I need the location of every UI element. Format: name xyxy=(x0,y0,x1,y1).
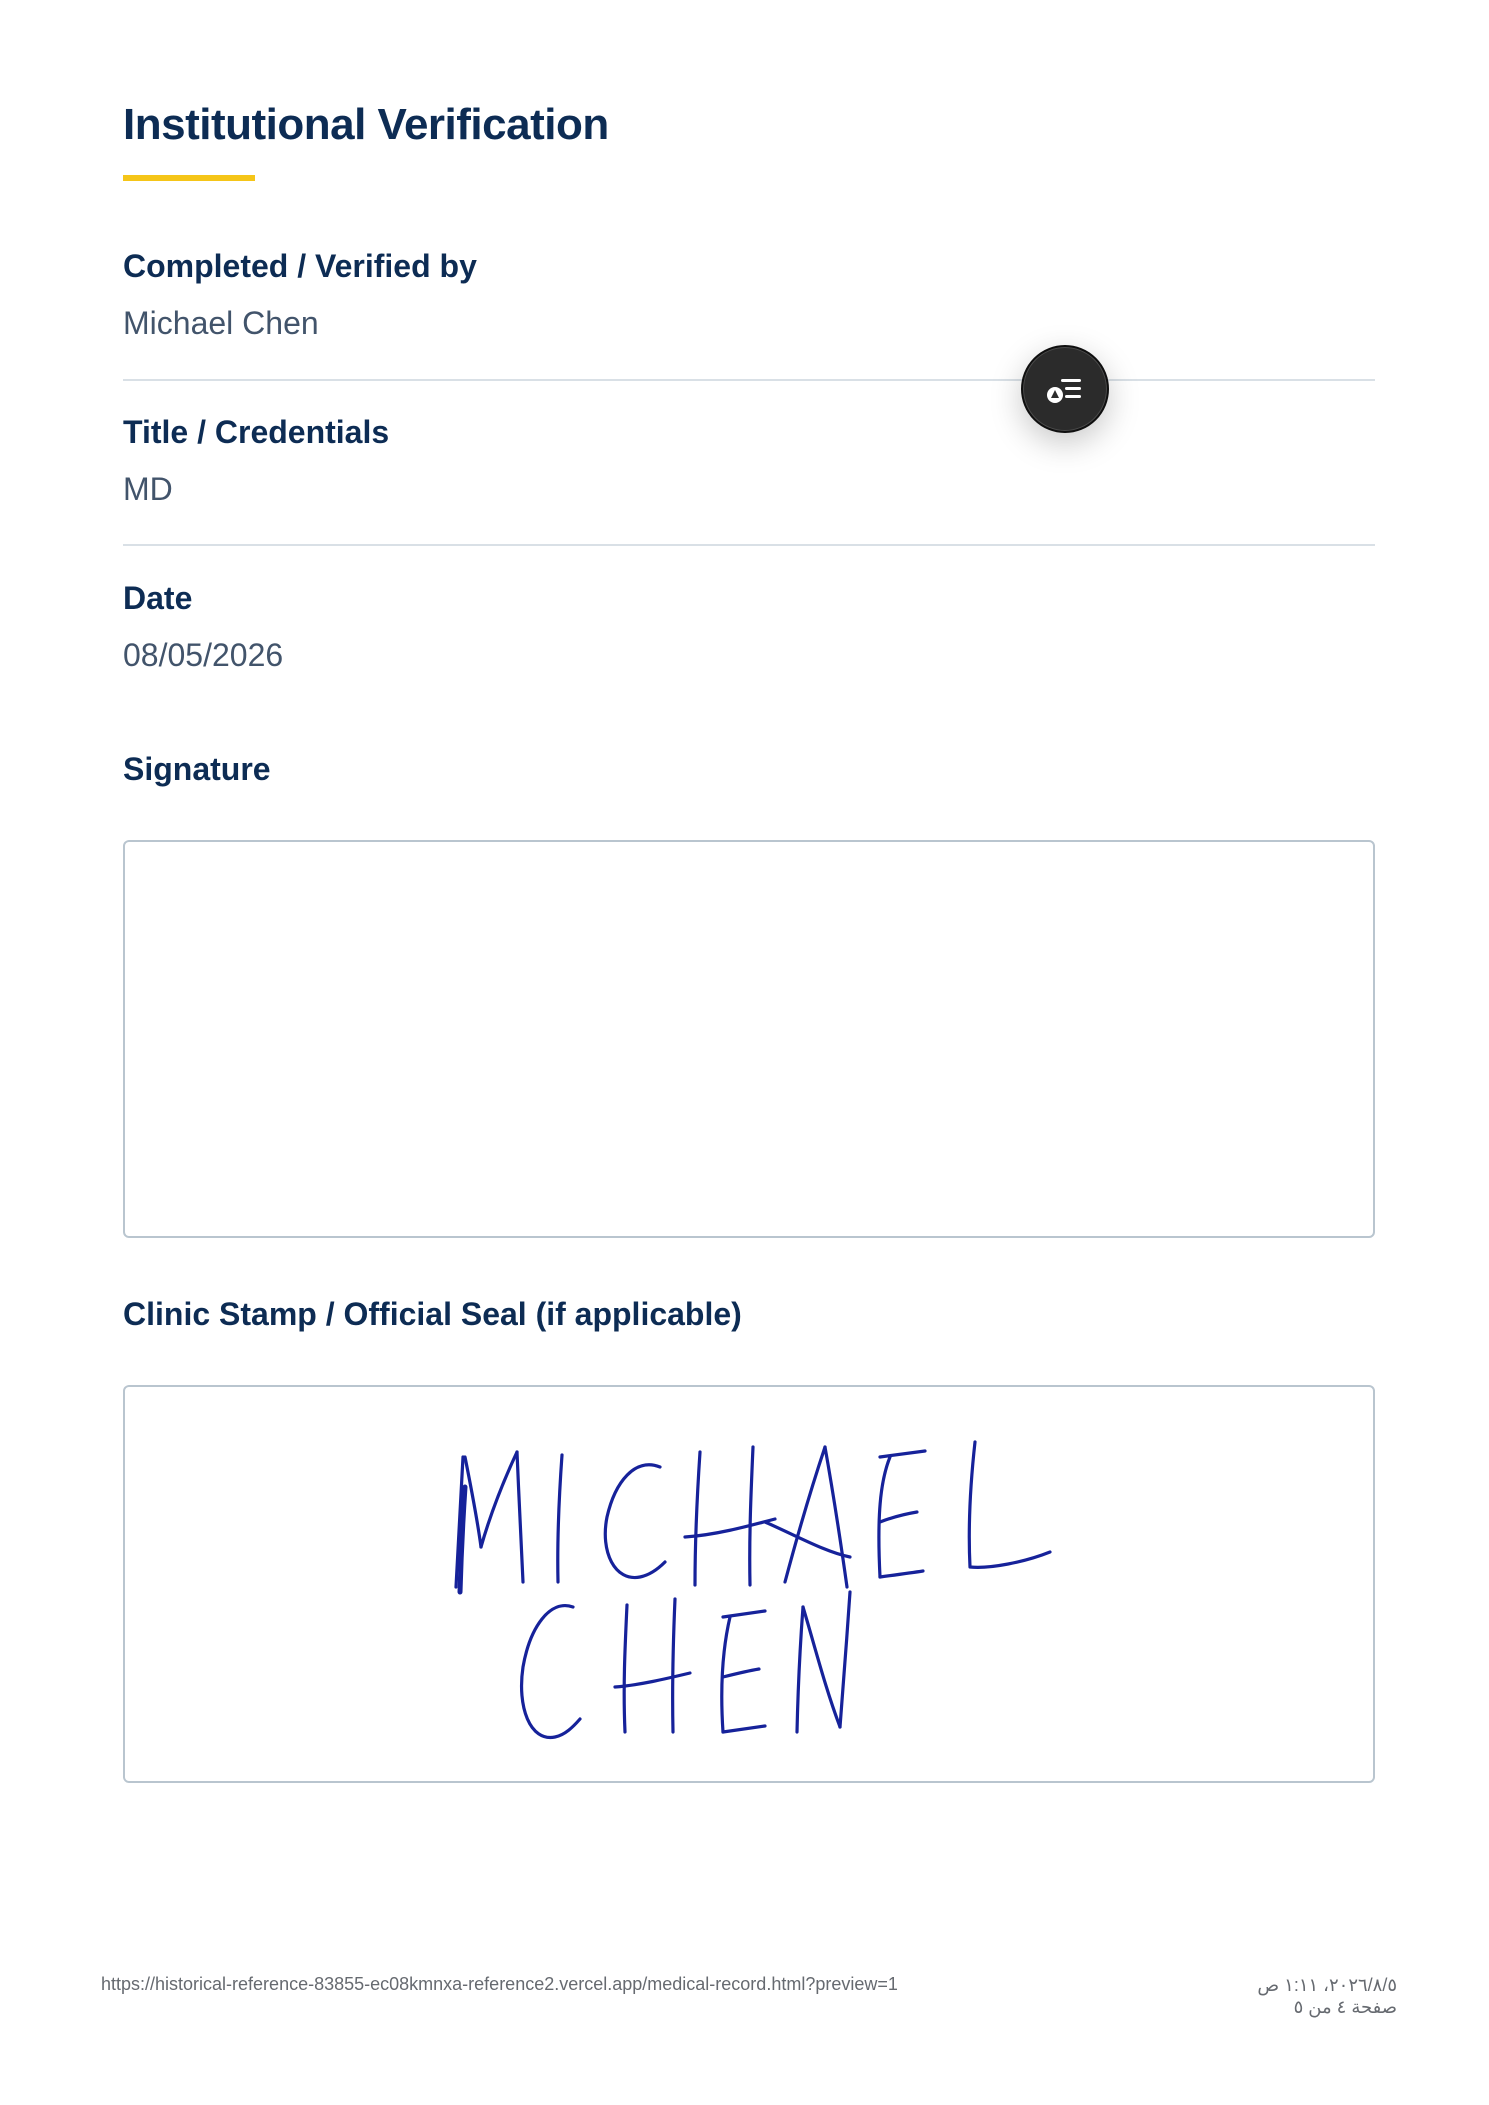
list-filter-icon xyxy=(1047,379,1081,403)
footer-page-info: صفحة ٤ من ٥ xyxy=(1293,1997,1397,2017)
title-accent-underline xyxy=(123,175,255,181)
stamp-label: Clinic Stamp / Official Seal (if applica… xyxy=(123,1296,742,1332)
handwritten-stamp xyxy=(454,1440,1052,1739)
footer-url: https://historical-reference-83855-ec08k… xyxy=(101,1974,898,1994)
stamp-box[interactable] xyxy=(123,1385,1375,1783)
date-value: 08/05/2026 xyxy=(123,637,284,673)
divider xyxy=(123,544,1375,546)
section-title: Institutional Verification xyxy=(123,100,609,149)
signature-label: Signature xyxy=(123,751,271,787)
signature-box[interactable] xyxy=(123,840,1375,1238)
verified-by-value: Michael Chen xyxy=(123,305,319,341)
footer-datetime: ٢٠٢٦/٨/٥، ١:١١ ص xyxy=(1257,1975,1397,1995)
divider xyxy=(123,379,1375,381)
reader-mode-button[interactable] xyxy=(1021,345,1109,433)
date-label: Date xyxy=(123,580,193,616)
footer-meta: ٢٠٢٦/٨/٥، ١:١١ ص صفحة ٤ من ٥ xyxy=(1257,1974,1397,2018)
credentials-value: MD xyxy=(123,471,173,507)
credentials-label: Title / Credentials xyxy=(123,414,390,450)
verified-by-label: Completed / Verified by xyxy=(123,248,477,284)
